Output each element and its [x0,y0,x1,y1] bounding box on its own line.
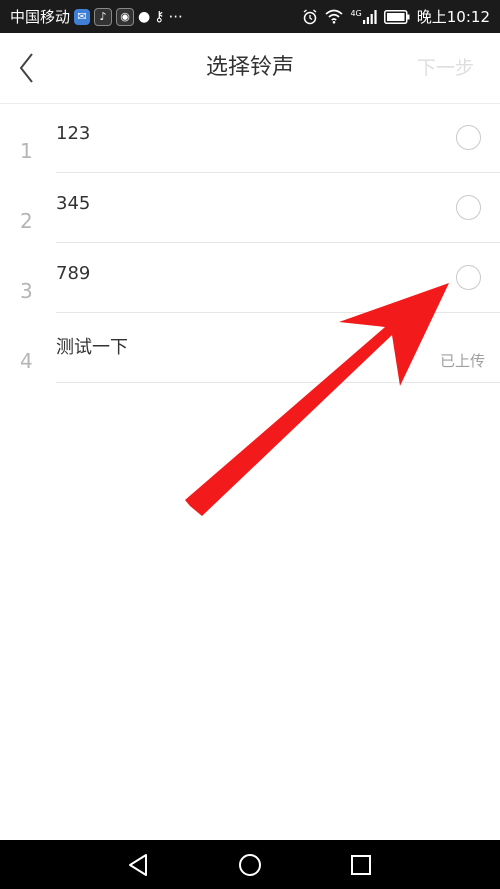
ringtone-row[interactable]: 3 789 [0,243,500,313]
ringtone-index: 2 [20,209,33,233]
status-bar-right: 4G 晚上10:12 [302,0,490,33]
key-icon: ⚷ [154,8,165,25]
ringtone-index: 3 [20,279,33,303]
upload-status-label: 已上传 [439,352,485,370]
home-circle-icon[interactable] [237,852,263,878]
ringtone-row[interactable]: 2 345 [0,173,500,243]
status-bar-left: 中国移动 ✉ ♪ ◉ ● ⚷ ··· [10,0,183,33]
camera-app-icon: ◉ [116,7,135,26]
ringtone-radio-button[interactable] [456,125,481,150]
back-triangle-icon[interactable] [126,852,152,878]
recent-apps-square-icon[interactable] [348,852,374,878]
ringtone-name: 测试一下 [56,337,128,358]
status-time: 晚上10:12 [416,8,490,26]
tiktok-icon: ♪ [94,7,113,26]
ringtone-name: 789 [56,263,91,284]
wifi-icon [325,9,344,24]
carrier-name: 中国移动 [10,8,71,26]
message-bubble-icon: ● [138,8,151,25]
ringtone-list: 1 123 2 345 3 789 4 测试一下 已上传 [0,103,500,383]
ringtone-radio-button[interactable] [456,265,481,290]
ringtone-radio-button[interactable] [456,195,481,220]
status-bar: 中国移动 ✉ ♪ ◉ ● ⚷ ··· 4G 晚上10:12 [0,0,500,33]
network-type: 4G [350,8,362,18]
app-notification-icon: ✉ [74,8,91,25]
signal-bars-icon [362,9,377,24]
ringtone-name: 123 [56,123,91,144]
more-notifications: ··· [168,7,183,26]
navigation-bar [0,840,500,889]
ringtone-index: 4 [20,349,33,373]
ringtone-index: 1 [20,139,33,163]
signal-icon: 4G [350,8,377,24]
ringtone-name: 345 [56,193,91,214]
ringtone-row[interactable]: 1 123 [0,103,500,173]
header-bar: 选择铃声 下一步 [0,33,500,104]
battery-icon [383,9,410,24]
alarm-icon [304,8,317,24]
ringtone-row[interactable]: 4 测试一下 已上传 [0,313,500,383]
next-step-button[interactable]: 下一步 [417,33,474,103]
